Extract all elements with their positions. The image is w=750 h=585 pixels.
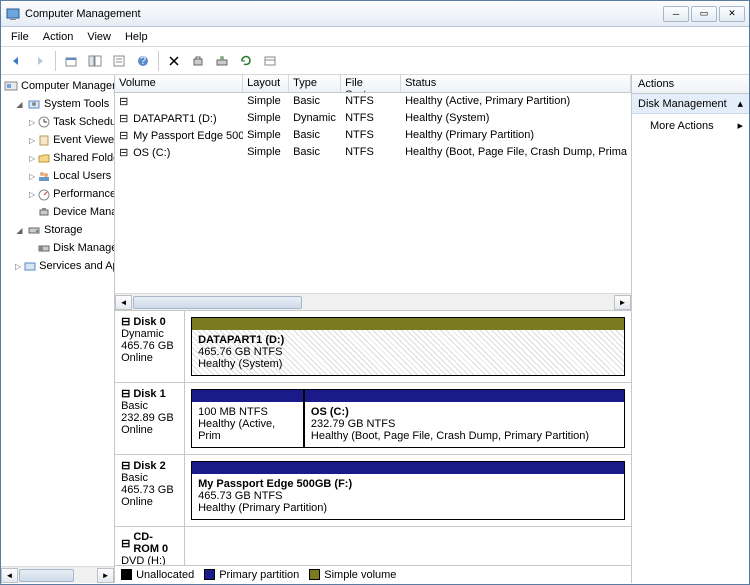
tree-root[interactable]: Computer Management (Local: [1, 77, 114, 95]
list-button[interactable]: [259, 50, 281, 72]
collapse-icon[interactable]: ◢: [15, 226, 24, 235]
volume-header: Volume Layout Type File System Status: [115, 75, 631, 93]
window-title: Computer Management: [25, 8, 663, 20]
expand-icon[interactable]: ▷: [29, 136, 35, 145]
partition[interactable]: OS (C:)232.79 GB NTFSHealthy (Boot, Page…: [304, 389, 625, 448]
title-bar: Computer Management ─ ▭ ✕: [1, 1, 749, 27]
tree-performance[interactable]: ▷Performance: [1, 185, 114, 203]
svg-text:?: ?: [140, 55, 146, 67]
action-1-button[interactable]: [187, 50, 209, 72]
tree-scrollbar[interactable]: ◄►: [1, 566, 114, 583]
tree-services[interactable]: ▷Services and Applications: [1, 257, 114, 275]
center-pane: Volume Layout Type File System Status ⊟S…: [115, 75, 632, 583]
volume-list[interactable]: ⊟SimpleBasicNTFSHealthy (Active, Primary…: [115, 93, 631, 293]
tree-pane: Computer Management (Local ◢System Tools…: [1, 75, 115, 583]
disk-graphical-view[interactable]: ⊟Disk 0Dynamic465.76 GBOnlineDATAPART1 (…: [115, 310, 631, 565]
refresh-button[interactable]: [235, 50, 257, 72]
tree-device-manager[interactable]: ▷Device Manager: [1, 203, 114, 221]
help-button[interactable]: ?: [132, 50, 154, 72]
col-volume[interactable]: Volume: [115, 75, 243, 92]
legend-unallocated: Unallocated: [121, 569, 194, 581]
collapse-icon[interactable]: ◢: [15, 100, 24, 109]
expand-icon[interactable]: ▷: [29, 118, 35, 127]
chevron-right-icon: ▸: [737, 119, 743, 132]
volume-row[interactable]: ⊟SimpleBasicNTFSHealthy (Active, Primary…: [115, 93, 631, 110]
minimize-button[interactable]: ─: [663, 6, 689, 22]
show-hide-tree-button[interactable]: [84, 50, 106, 72]
forward-button[interactable]: [29, 50, 51, 72]
menu-help[interactable]: Help: [119, 29, 154, 45]
volume-scrollbar[interactable]: ◄►: [115, 293, 631, 310]
col-status[interactable]: Status: [401, 75, 631, 92]
volume-row[interactable]: ⊟OS (C:)SimpleBasicNTFSHealthy (Boot, Pa…: [115, 144, 631, 161]
col-fs[interactable]: File System: [341, 75, 401, 92]
toolbar: ?: [1, 47, 749, 75]
actions-pane: Actions Disk Management▴ More Actions▸: [632, 75, 749, 583]
menu-view[interactable]: View: [81, 29, 117, 45]
expand-icon[interactable]: ▷: [29, 172, 35, 181]
back-button[interactable]: [5, 50, 27, 72]
delete-button[interactable]: [163, 50, 185, 72]
expand-icon[interactable]: ▷: [29, 190, 35, 199]
legend-simple: Simple volume: [309, 569, 396, 581]
collapse-icon: ▴: [737, 97, 743, 110]
more-actions[interactable]: More Actions▸: [632, 114, 749, 137]
volume-row[interactable]: ⊟My Passport Edge 500GB (F:)SimpleBasicN…: [115, 127, 631, 144]
maximize-button[interactable]: ▭: [691, 6, 717, 22]
tree-event-viewer[interactable]: ▷Event Viewer: [1, 131, 114, 149]
col-layout[interactable]: Layout: [243, 75, 289, 92]
tree-storage[interactable]: ◢Storage: [1, 221, 114, 239]
tree-system-tools[interactable]: ◢System Tools: [1, 95, 114, 113]
disk-row[interactable]: ⊟CD-ROM 0DVD (H:): [115, 527, 631, 565]
disk-row[interactable]: ⊟Disk 2Basic465.73 GBOnlineMy Passport E…: [115, 455, 631, 527]
volume-row[interactable]: ⊟DATAPART1 (D:)SimpleDynamicNTFSHealthy …: [115, 110, 631, 127]
expand-icon[interactable]: ▷: [29, 154, 35, 163]
disk-row[interactable]: ⊟Disk 1Basic232.89 GBOnline100 MB NTFSHe…: [115, 383, 631, 455]
actions-header: Actions: [632, 75, 749, 94]
properties-button[interactable]: [108, 50, 130, 72]
menu-action[interactable]: Action: [37, 29, 80, 45]
legend: Unallocated Primary partition Simple vol…: [115, 565, 631, 583]
close-button[interactable]: ✕: [719, 6, 745, 22]
partition[interactable]: My Passport Edge 500GB (F:)465.73 GB NTF…: [191, 461, 625, 520]
legend-primary: Primary partition: [204, 569, 299, 581]
col-type[interactable]: Type: [289, 75, 341, 92]
tree-disk-management[interactable]: ▷Disk Management: [1, 239, 114, 257]
app-icon: [5, 6, 21, 22]
disk-row[interactable]: ⊟Disk 0Dynamic465.76 GBOnlineDATAPART1 (…: [115, 311, 631, 383]
menu-file[interactable]: File: [5, 29, 35, 45]
partition[interactable]: 100 MB NTFSHealthy (Active, Prim: [191, 389, 304, 448]
action-2-button[interactable]: [211, 50, 233, 72]
partition[interactable]: DATAPART1 (D:)465.76 GB NTFSHealthy (Sys…: [191, 317, 625, 376]
expand-icon[interactable]: ▷: [15, 262, 21, 271]
tree-local-users[interactable]: ▷Local Users and Groups: [1, 167, 114, 185]
tree-task-scheduler[interactable]: ▷Task Scheduler: [1, 113, 114, 131]
up-button[interactable]: [60, 50, 82, 72]
actions-section[interactable]: Disk Management▴: [632, 94, 749, 114]
tree-shared-folders[interactable]: ▷Shared Folders: [1, 149, 114, 167]
menu-bar: File Action View Help: [1, 27, 749, 47]
